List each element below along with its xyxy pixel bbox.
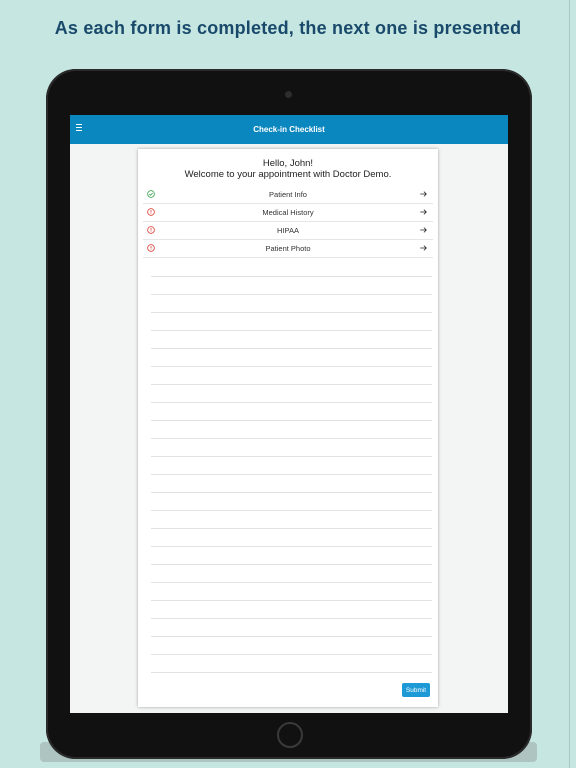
checklist-item-label: Patient Info (269, 190, 307, 199)
list-divider (151, 547, 432, 565)
list-divider (151, 601, 432, 619)
list-divider (151, 637, 432, 655)
list-divider (151, 349, 432, 367)
list-divider (151, 511, 432, 529)
headline: As each form is completed, the next one … (54, 18, 522, 38)
list-divider (151, 457, 432, 475)
alert-circle-icon (147, 244, 155, 252)
list-divider (151, 583, 432, 601)
list-divider (151, 295, 432, 313)
edge-divider (569, 0, 570, 768)
list-divider (151, 331, 432, 349)
page-title: Check-in Checklist (253, 125, 325, 134)
checklist: Patient Info Medical History HIPAA Patie… (143, 186, 433, 258)
list-divider (151, 655, 432, 673)
alert-circle-icon (147, 226, 155, 234)
home-button[interactable] (277, 722, 303, 748)
list-divider (151, 385, 432, 403)
arrow-right-icon (420, 245, 427, 251)
app-header: Check-in Checklist (70, 115, 508, 144)
arrow-right-icon (420, 209, 427, 215)
empty-list-area (151, 259, 432, 673)
tablet-screen: Check-in Checklist Hello, John! Welcome … (70, 115, 508, 713)
list-divider (151, 619, 432, 637)
list-divider (151, 367, 432, 385)
arrow-right-icon (420, 191, 427, 197)
checklist-item-label: Medical History (262, 208, 314, 217)
list-divider (151, 439, 432, 457)
checklist-item-label: Patient Photo (265, 244, 311, 253)
checklist-item-label: HIPAA (277, 226, 299, 235)
tablet-device: Check-in Checklist Hello, John! Welcome … (46, 69, 532, 759)
welcome-text: Welcome to your appointment with Doctor … (184, 169, 392, 180)
submit-button[interactable]: Submit (402, 683, 430, 697)
check-circle-icon (147, 190, 155, 198)
checklist-item-medical-history[interactable]: Medical History (143, 204, 433, 222)
hamburger-icon[interactable] (76, 123, 86, 135)
arrow-right-icon (420, 227, 427, 233)
list-divider (151, 403, 432, 421)
list-divider (151, 529, 432, 547)
list-divider (151, 313, 432, 331)
list-divider (151, 493, 432, 511)
alert-circle-icon (147, 208, 155, 216)
checklist-item-patient-info[interactable]: Patient Info (143, 186, 433, 204)
list-divider (151, 277, 432, 295)
list-divider (151, 475, 432, 493)
greeting-text: Hello, John! (262, 158, 314, 169)
list-divider (151, 421, 432, 439)
camera-icon (285, 91, 292, 98)
checklist-item-patient-photo[interactable]: Patient Photo (143, 240, 433, 258)
list-divider (151, 259, 432, 277)
list-divider (151, 565, 432, 583)
checklist-item-hipaa[interactable]: HIPAA (143, 222, 433, 240)
checklist-card: Hello, John! Welcome to your appointment… (138, 149, 438, 707)
